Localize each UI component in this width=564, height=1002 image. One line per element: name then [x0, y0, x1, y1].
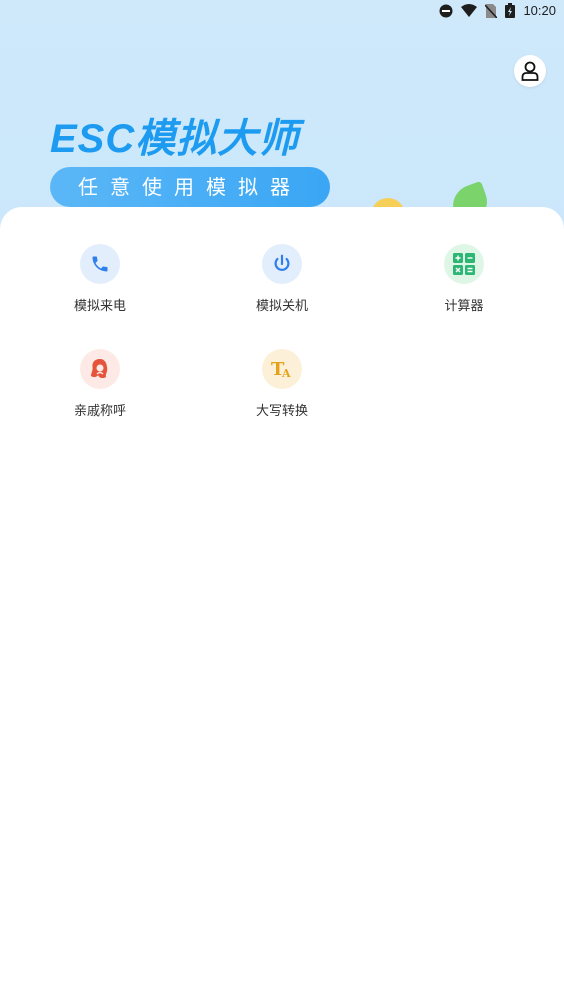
tool-icon-bg	[262, 244, 302, 284]
tool-icon-bg: T A	[262, 349, 302, 389]
tools-panel: 模拟来电 模拟关机 计算器 亲戚称呼 T A 大写转换	[0, 207, 564, 1002]
phone-icon	[92, 256, 108, 272]
tool-label: 模拟来电	[73, 299, 126, 314]
no-sim-icon	[485, 3, 498, 18]
tool-calculator[interactable]: 计算器	[404, 244, 524, 334]
tool-icon-bg	[80, 244, 120, 284]
profile-button[interactable]	[514, 55, 546, 87]
svg-text:A: A	[281, 367, 291, 380]
text-convert-icon: T A	[271, 359, 291, 380]
app-subtitle: 任意使用模拟器	[50, 167, 330, 207]
hero-banner: 10:20 ESC模拟大师 任意使用模拟器	[0, 0, 564, 240]
wifi-icon	[461, 3, 478, 17]
relative-icon	[91, 359, 108, 379]
tool-icon-bg	[444, 244, 484, 284]
tool-fake-shutdown[interactable]: 模拟关机	[222, 244, 342, 334]
tool-label: 计算器	[444, 299, 484, 314]
tool-label: 模拟关机	[255, 299, 308, 314]
tool-uppercase-convert[interactable]: T A 大写转换	[222, 349, 342, 439]
status-time: 10:20	[523, 3, 556, 18]
app-title: ESC模拟大师	[50, 117, 300, 161]
calculator-icon	[453, 253, 475, 275]
tool-fake-call[interactable]: 模拟来电	[40, 244, 160, 334]
tool-label: 亲戚称呼	[73, 404, 126, 419]
tool-label: 大写转换	[255, 404, 308, 419]
battery-charging-icon	[505, 3, 516, 18]
do-not-disturb-icon	[439, 4, 453, 17]
tool-icon-bg	[80, 349, 120, 389]
user-icon	[521, 61, 539, 81]
tool-relative-titles[interactable]: 亲戚称呼	[40, 349, 160, 439]
status-bar: 10:20	[0, 0, 564, 24]
power-icon	[274, 254, 290, 271]
